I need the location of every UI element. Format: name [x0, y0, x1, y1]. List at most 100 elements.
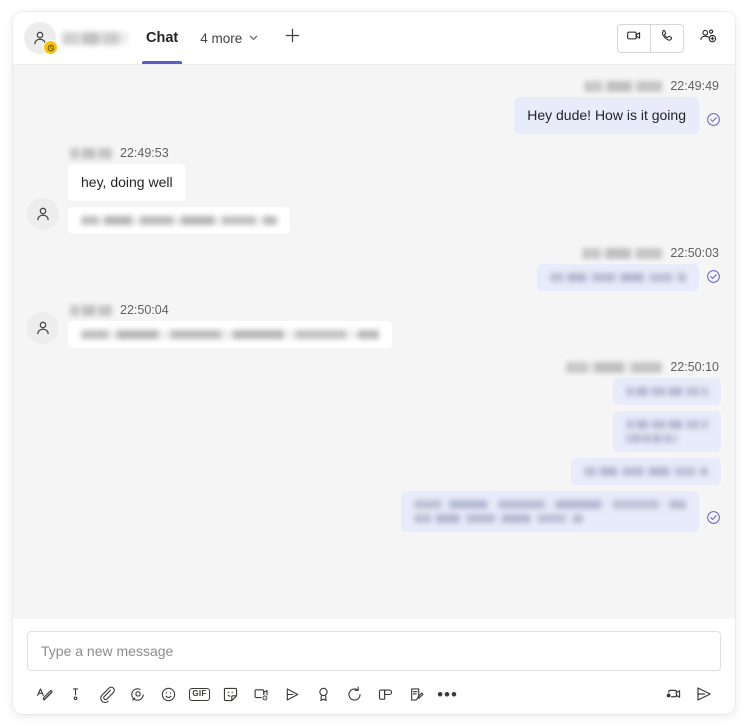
format-text-button[interactable] — [29, 680, 60, 708]
sticker-button[interactable] — [215, 680, 246, 708]
gif-icon: GIF — [188, 687, 211, 701]
add-people-button[interactable] — [694, 25, 722, 52]
format-pen-icon — [35, 685, 54, 704]
more-options-button[interactable]: ••• — [432, 680, 463, 708]
bubble-row — [68, 207, 290, 234]
bubble-stack — [401, 378, 721, 532]
chat-header: Chat 4 more — [13, 12, 735, 65]
message-bubble[interactable] — [571, 458, 721, 485]
video-message-button[interactable] — [657, 680, 688, 708]
praise-button[interactable] — [308, 680, 339, 708]
teams-chat-window: Chat 4 more 22:49:49 Hey dude! How is it… — [13, 12, 735, 714]
contact-name-redacted — [62, 31, 128, 45]
check-circle-icon — [706, 112, 721, 132]
message-timestamp: 22:50:10 — [670, 360, 719, 374]
tab-chat-label: Chat — [146, 30, 179, 46]
message-bubble[interactable] — [537, 264, 699, 291]
audio-call-button[interactable] — [650, 24, 683, 52]
stream-play-icon — [283, 685, 302, 704]
clock-badge-icon — [43, 40, 58, 55]
apps-icon — [376, 685, 395, 704]
message-group: 22:49:49 Hey dude! How is it going — [27, 79, 721, 134]
message-column: 22:50:03 — [537, 246, 721, 291]
message-input[interactable] — [27, 631, 721, 671]
message-bubble[interactable] — [613, 378, 721, 405]
header-actions — [617, 23, 722, 53]
redacted-message-content — [81, 216, 277, 225]
video-message-icon — [663, 684, 683, 704]
importance-exclamation-icon — [66, 685, 85, 704]
attach-file-button[interactable] — [91, 680, 122, 708]
paperclip-icon — [97, 685, 116, 704]
loop-icon — [128, 685, 147, 704]
bubble-row — [401, 491, 721, 532]
giphy-button[interactable]: GIF — [184, 680, 215, 708]
emoji-button[interactable] — [153, 680, 184, 708]
send-arrow-icon — [694, 684, 714, 704]
sender-name-redacted — [70, 304, 112, 316]
tab-more[interactable]: 4 more — [200, 31, 259, 46]
send-button[interactable] — [688, 680, 719, 708]
message-timestamp: 22:49:53 — [120, 146, 169, 160]
bubble-row — [571, 458, 721, 485]
message-bubble[interactable]: Hey dude! How is it going — [514, 97, 699, 134]
redacted-message-content — [584, 467, 708, 476]
redacted-message-content — [626, 420, 708, 443]
redacted-message-content — [550, 273, 686, 282]
apps-button[interactable] — [370, 680, 401, 708]
message-timestamp: 22:49:49 — [670, 79, 719, 93]
redacted-message-content — [626, 387, 708, 396]
message-bubble[interactable]: hey, doing well — [68, 164, 186, 201]
avatar[interactable] — [24, 22, 58, 55]
message-bubble[interactable] — [401, 491, 699, 532]
bubble-stack: hey, doing well — [68, 164, 290, 234]
message-bubble[interactable] — [68, 321, 392, 348]
call-button-group — [617, 23, 684, 53]
add-people-icon — [698, 26, 718, 51]
message-bubble[interactable] — [613, 411, 721, 452]
sender-name-redacted — [584, 80, 663, 92]
bubble-row — [68, 321, 392, 348]
message-timestamp: 22:50:04 — [120, 303, 169, 317]
message-column: 22:50:10 — [401, 360, 721, 532]
meeting-add-icon — [252, 685, 271, 704]
chevron-down-icon — [248, 31, 259, 46]
stream-video-button[interactable] — [277, 680, 308, 708]
bubble-stack — [68, 321, 392, 348]
schedule-meeting-button[interactable] — [246, 680, 277, 708]
praise-ribbon-icon — [314, 685, 333, 704]
message-group: 22:50:04 — [27, 303, 721, 348]
loop-component-button[interactable] — [122, 680, 153, 708]
loop-refresh-button[interactable] — [339, 680, 370, 708]
refresh-loop-icon — [345, 685, 364, 704]
forms-button[interactable] — [401, 680, 432, 708]
phone-icon — [659, 28, 675, 49]
redacted-message-content — [414, 500, 686, 523]
bubble-row: Hey dude! How is it going — [514, 97, 721, 134]
video-call-button[interactable] — [618, 25, 650, 52]
bubble-row — [613, 378, 721, 405]
message-bubble[interactable] — [68, 207, 290, 234]
add-tab-button[interactable] — [279, 25, 305, 51]
set-delivery-options-button[interactable] — [60, 680, 91, 708]
smiley-icon — [159, 685, 178, 704]
bubble-row — [613, 411, 721, 452]
message-group: 22:49:53 hey, doing well — [27, 146, 721, 234]
message-column: 22:49:49 Hey dude! How is it going — [514, 79, 721, 134]
bubble-row — [537, 264, 721, 291]
message-group: 22:50:10 — [27, 360, 721, 532]
person-icon — [27, 198, 59, 230]
sender-name-redacted — [70, 147, 112, 159]
composer-toolbar: GIF ••• — [27, 680, 721, 708]
message-meta: 22:50:04 — [68, 303, 392, 317]
message-group: 22:50:03 — [27, 246, 721, 291]
sender-name-redacted — [582, 247, 663, 259]
redacted-message-content — [81, 330, 379, 339]
check-circle-icon — [706, 510, 721, 530]
ellipsis-icon: ••• — [437, 684, 458, 704]
message-timestamp: 22:50:03 — [670, 246, 719, 260]
message-meta: 22:49:53 — [68, 146, 290, 160]
message-meta: 22:49:49 — [582, 79, 721, 93]
message-list: 22:49:49 Hey dude! How is it going 22:49:5… — [13, 65, 735, 619]
tab-chat[interactable]: Chat — [142, 12, 183, 64]
